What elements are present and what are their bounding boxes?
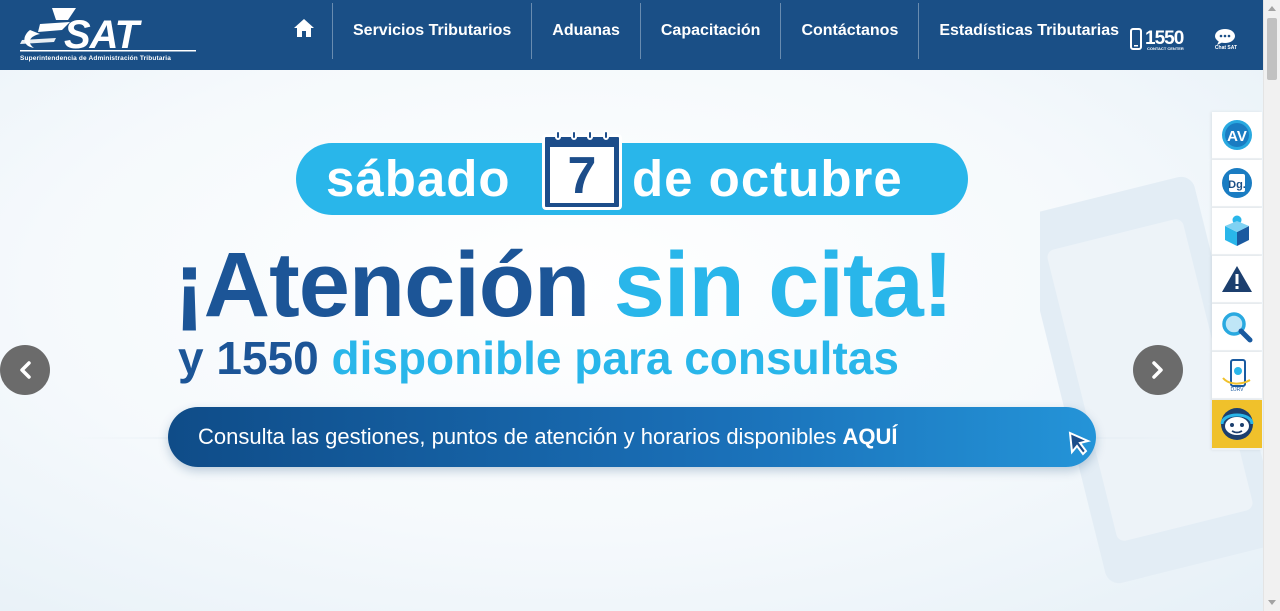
side-link-warning[interactable] (1212, 256, 1262, 304)
date-day: 7 (567, 147, 597, 205)
chat-assistant-icon (1220, 408, 1254, 440)
warning-icon (1222, 266, 1252, 292)
agencia-virtual-icon: AV (1222, 120, 1252, 150)
svg-text:DJRV: DJRV (1231, 387, 1245, 392)
chevron-right-icon (1152, 361, 1163, 379)
calendar-ring (571, 130, 577, 140)
nav-servicios-tributarios[interactable]: Servicios Tributarios (332, 3, 531, 59)
contact-center-label: CONTACT CENTER (1147, 46, 1184, 51)
home-icon (294, 19, 314, 37)
user-box-icon (1225, 215, 1249, 246)
logo-subtitle: Superintendencia de Administración Tribu… (20, 55, 171, 62)
nav-contactanos[interactable]: Contáctanos (780, 3, 918, 59)
side-link-declaraguate[interactable]: Dg. (1212, 160, 1262, 208)
date-month: de octubre (632, 150, 903, 207)
declaraguate-icon: Dg. (1222, 168, 1252, 198)
chat-sat-label: Chat SAT (1214, 45, 1238, 51)
main-nav: Servicios Tributarios Aduanas Capacitaci… (276, 0, 1139, 70)
side-link-user-box[interactable] (1212, 208, 1262, 256)
subheadline-light: disponible para consultas (331, 332, 899, 384)
calendar-ring (587, 130, 593, 140)
cta-button[interactable]: Consulta las gestiones, puntos de atenci… (168, 407, 1096, 467)
cta-bold: AQUÍ (842, 424, 898, 449)
subheadline-dark: y 1550 (178, 332, 319, 384)
calendar-icon: 7 (542, 130, 622, 210)
subheadline: y 1550 disponible para consultas (178, 330, 899, 386)
vertical-scrollbar[interactable] (1263, 0, 1280, 611)
side-link-agencia-virtual[interactable]: AV (1212, 112, 1262, 160)
cta-text: Consulta las gestiones, puntos de atenci… (198, 424, 837, 449)
nav-aduanas[interactable]: Aduanas (531, 3, 640, 59)
chat-sat-link[interactable]: Chat SAT (1213, 28, 1239, 54)
side-link-search[interactable] (1212, 304, 1262, 352)
svg-text:AV: AV (1227, 128, 1247, 145)
svg-text:SAT: SAT (64, 13, 143, 56)
search-icon (1222, 312, 1253, 343)
phone-icon (1130, 28, 1142, 50)
contact-center-number: 1550 (1145, 28, 1184, 49)
headline-dark: ¡Atención (174, 234, 590, 336)
side-quick-links: AV Dg. DJRV (1212, 112, 1262, 450)
nav-home[interactable] (276, 0, 332, 56)
contact-center-link[interactable]: 1550 CONTACT CENTER (1130, 28, 1184, 51)
calendar-ring (555, 130, 561, 140)
carousel-prev-button[interactable] (0, 345, 50, 395)
site-header: SAT Superintendencia de Administración T… (0, 0, 1263, 70)
chevron-left-icon (20, 361, 31, 379)
sat-logo-icon: SAT (20, 8, 196, 57)
calendar-ring (603, 130, 609, 140)
nav-capacitacion[interactable]: Capacitación (639, 3, 781, 59)
nav-estadisticas-tributarias[interactable]: Estadísticas Tributarias (918, 3, 1139, 59)
side-link-chat-assistant[interactable] (1212, 400, 1262, 450)
headline-light: sin cita! (613, 234, 954, 336)
pointer-cursor-icon (1068, 431, 1092, 456)
scrollbar-thumb[interactable] (1267, 18, 1277, 80)
date-weekday: sábado (326, 150, 511, 207)
scroll-down-arrow-icon[interactable] (1268, 600, 1276, 605)
carousel-next-button[interactable] (1133, 345, 1183, 395)
scroll-up-arrow-icon[interactable] (1268, 6, 1276, 11)
calendar-face: 7 (550, 147, 614, 205)
headline: ¡Atención sin cita! (174, 235, 1094, 335)
mobile-app-icon: DJRV (1222, 359, 1251, 392)
svg-text:Dg.: Dg. (1228, 179, 1246, 191)
sat-logo[interactable]: SAT Superintendencia de Administración T… (16, 6, 200, 66)
chat-bubble-icon (1215, 29, 1235, 45)
side-link-mobile-app[interactable]: DJRV (1212, 352, 1262, 400)
date-banner: sábado de octubre (296, 143, 968, 215)
